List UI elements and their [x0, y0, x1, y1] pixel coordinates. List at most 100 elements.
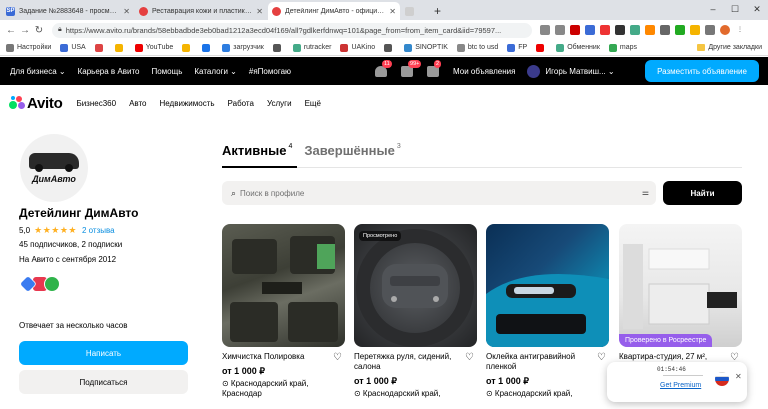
bookmark-item[interactable]: USA: [60, 43, 86, 52]
extension-icon[interactable]: [645, 25, 655, 35]
browser-tab[interactable]: [401, 2, 429, 20]
bookmark-item[interactable]: YouTube: [134, 43, 173, 52]
bookmark-item[interactable]: SINOPTIK: [404, 43, 448, 52]
menu-item-services[interactable]: Услуги: [267, 99, 292, 108]
listing-card[interactable]: Проверено в Росреестре ♡ Квартира-студия…: [619, 224, 742, 372]
back-icon[interactable]: ←: [4, 25, 18, 36]
url-field[interactable]: 🔒︎ https://www.avito.ru/brands/58ebbadbd…: [52, 22, 532, 38]
bookmark-item[interactable]: FP: [507, 43, 527, 52]
close-tab-icon[interactable]: ✕: [256, 7, 263, 16]
place-ad-button[interactable]: Разместить объявление: [645, 60, 759, 82]
tab-active-listings[interactable]: Активные 4: [222, 143, 292, 158]
listing-title[interactable]: Перетяжка руля, сидений, салона: [354, 352, 462, 372]
avito-logo[interactable]: Avito: [9, 95, 63, 112]
maximize-icon[interactable]: ☐: [724, 0, 746, 18]
write-button[interactable]: Написать: [19, 341, 188, 365]
puzzle-icon[interactable]: [705, 25, 715, 35]
listing-image[interactable]: [486, 224, 609, 347]
bookmark-item[interactable]: [202, 43, 213, 52]
other-bookmarks[interactable]: Другие закладки: [697, 44, 762, 51]
reviews-link[interactable]: 2 отзыва: [82, 226, 115, 235]
menu-item-more[interactable]: Ещё: [305, 99, 321, 108]
filter-icon[interactable]: ⚌: [642, 188, 649, 197]
listing-image[interactable]: Просмотрено: [354, 224, 477, 347]
find-button[interactable]: Найти: [663, 181, 742, 205]
menu-item-auto[interactable]: Авто: [129, 99, 146, 108]
russia-flag-icon[interactable]: [715, 372, 729, 386]
user-name-menu[interactable]: Игорь Матвиш... ⌄: [545, 67, 614, 76]
menu-item-realty[interactable]: Недвижимость: [160, 99, 215, 108]
my-ads-link[interactable]: Мои объявления: [453, 67, 515, 76]
bookmark-item[interactable]: загрузчик: [222, 43, 264, 52]
catalogs-link[interactable]: Каталоги ⌄: [194, 67, 237, 76]
menu-item-business360[interactable]: Бизнес360: [76, 99, 116, 108]
bookmark-item[interactable]: maps: [608, 43, 637, 52]
menu-icon[interactable]: ⋮: [735, 25, 745, 35]
listing-card[interactable]: ♡ Оклейка антигравийной пленкой от 1 000…: [486, 224, 609, 399]
extension-icon[interactable]: [570, 25, 580, 35]
cart-icon[interactable]: 2: [427, 59, 442, 77]
extension-icon[interactable]: [630, 25, 640, 35]
ipomogayu-link[interactable]: #яПомогаю: [249, 67, 291, 76]
listing-image[interactable]: [222, 224, 345, 347]
bookmark-item[interactable]: UAKino: [340, 43, 375, 52]
widget-progress-bar: [663, 375, 703, 376]
minimize-icon[interactable]: –: [702, 0, 724, 18]
reply-time: Отвечает за несколько часов: [19, 321, 128, 330]
tab-finished-listings[interactable]: Завершённые 3: [304, 143, 400, 158]
bookmark-item[interactable]: btc to usd: [456, 43, 498, 52]
reload-icon[interactable]: ↻: [32, 25, 46, 36]
listing-image[interactable]: Проверено в Росреестре: [619, 224, 742, 347]
extension-icon[interactable]: [660, 25, 670, 35]
get-premium-link[interactable]: Get Premium: [660, 382, 701, 389]
close-icon[interactable]: ✕: [735, 372, 742, 381]
close-window-icon[interactable]: ✕: [746, 0, 768, 18]
bookmark-item[interactable]: [536, 43, 547, 52]
listing-card[interactable]: Просмотрено ♡ Перетяжка руля, сидений, с…: [354, 224, 477, 399]
career-link[interactable]: Карьера в Авито: [78, 67, 140, 76]
close-tab-icon[interactable]: ✕: [389, 7, 396, 16]
new-tab-button[interactable]: +: [434, 2, 441, 20]
bookmark-item[interactable]: [272, 43, 284, 52]
bookmark-item[interactable]: [94, 43, 106, 52]
extension-icon[interactable]: [585, 25, 595, 35]
star-icon[interactable]: [555, 25, 565, 35]
close-tab-icon[interactable]: ✕: [123, 7, 130, 16]
bookmark-item[interactable]: Настройки: [6, 43, 51, 52]
browser-tab-active[interactable]: Детейлинг ДимАвто - официальн ✕: [268, 2, 400, 20]
browser-tab[interactable]: Реставрация кожи и пластика - А ✕: [135, 2, 267, 20]
help-link[interactable]: Помощь: [151, 67, 182, 76]
bookmark-label: USA: [71, 44, 86, 51]
browser-tab[interactable]: SP Задание №2883648 - просмотр з ✕: [2, 2, 134, 20]
premium-widget: 01:54:46 Get Premium ✕: [607, 362, 747, 402]
subscribe-button[interactable]: Подписаться: [19, 370, 188, 394]
business-link[interactable]: Для бизнеса ⌄: [10, 67, 66, 76]
bookmark-item[interactable]: Обменник: [556, 43, 600, 52]
extension-icon[interactable]: [690, 25, 700, 35]
extension-icon[interactable]: [615, 25, 625, 35]
user-avatar[interactable]: [527, 64, 541, 78]
leaf-badge-icon[interactable]: [44, 276, 60, 292]
listing-title[interactable]: Оклейка антигравийной пленкой: [486, 352, 594, 372]
menu-item-jobs[interactable]: Работа: [228, 99, 254, 108]
car-interior-image: [230, 236, 338, 342]
favorite-heart-icon[interactable]: ♡: [333, 352, 342, 363]
listing-card[interactable]: ♡ Химчистка Полировка от 1 000 ₽ ⊙ Красн…: [222, 224, 345, 399]
favorite-heart-icon[interactable]: ♡: [465, 352, 474, 363]
bookmark-item[interactable]: [384, 43, 395, 52]
bookmark-icon: [340, 43, 349, 52]
share-icon[interactable]: [540, 25, 550, 35]
profile-icon[interactable]: [720, 25, 730, 35]
messages-icon[interactable]: 99+: [401, 59, 422, 77]
bookmark-item[interactable]: rutracker: [292, 43, 331, 52]
notifications-badge: 11: [382, 59, 392, 68]
bookmark-item[interactable]: [114, 43, 126, 52]
extension-icon[interactable]: [675, 25, 685, 35]
bookmark-item[interactable]: [182, 43, 193, 52]
listing-title[interactable]: Химчистка Полировка: [222, 352, 330, 362]
forward-icon[interactable]: →: [18, 25, 32, 36]
extension-icon[interactable]: [600, 25, 610, 35]
profile-search-input[interactable]: [240, 188, 621, 198]
favorite-heart-icon[interactable]: ♡: [597, 352, 606, 363]
favorites-icon[interactable]: 11: [375, 59, 392, 77]
